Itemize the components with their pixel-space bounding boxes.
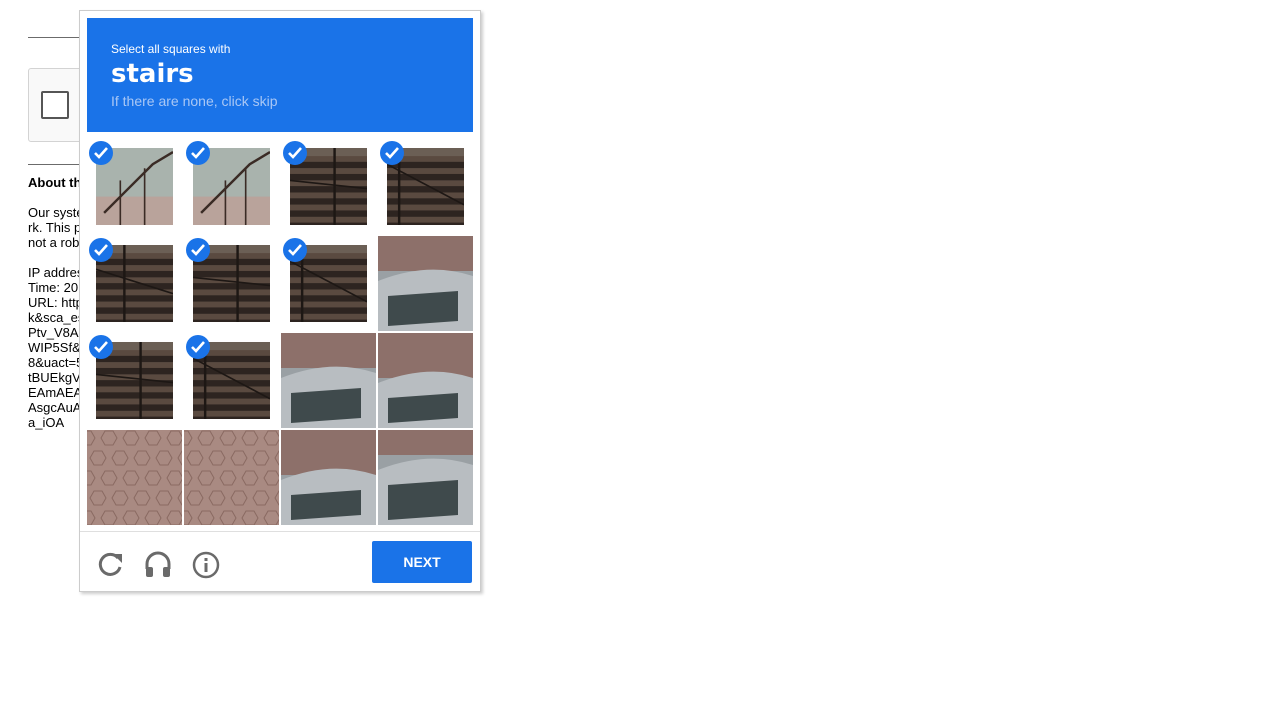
request-info-line: 8&uact=5 — [28, 355, 84, 370]
captcha-challenge: Select all squares with stairs If there … — [79, 10, 481, 592]
checkmark-icon — [89, 141, 113, 165]
skip-hint: If there are none, click skip — [111, 93, 278, 109]
request-info-line: EAmAEA — [28, 385, 83, 400]
image-tile[interactable] — [184, 333, 279, 428]
checkmark-icon — [89, 335, 113, 359]
about-paragraph-line: not a rob — [28, 235, 80, 250]
info-icon — [192, 551, 220, 579]
request-info-line: AsgcAuA — [28, 400, 82, 415]
tile-image — [378, 430, 473, 525]
checkmark-icon — [380, 141, 404, 165]
image-tile[interactable] — [87, 236, 182, 331]
tile-image — [281, 333, 376, 428]
headphones-icon — [145, 551, 171, 577]
checkmark-icon — [186, 335, 210, 359]
checkmark-icon — [186, 141, 210, 165]
tile-image — [378, 236, 473, 331]
about-paragraph-line: Our syste — [28, 205, 84, 220]
checkmark-icon — [283, 238, 307, 262]
image-tile[interactable] — [378, 430, 473, 525]
audio-challenge-button[interactable] — [142, 549, 174, 581]
checkmark-icon — [89, 238, 113, 262]
image-tile[interactable] — [184, 139, 279, 234]
image-tile[interactable] — [378, 139, 473, 234]
request-info-line: k&sca_es — [28, 310, 85, 325]
image-tile[interactable] — [281, 333, 376, 428]
tile-image — [184, 430, 279, 525]
request-info-line: IP addres — [28, 265, 84, 280]
tile-image — [87, 430, 182, 525]
request-info-line: tBUEkgV — [28, 370, 81, 385]
about-heading: About th — [28, 175, 82, 190]
image-tile[interactable] — [378, 236, 473, 331]
request-info-line: URL: http — [28, 295, 83, 310]
tile-image — [378, 333, 473, 428]
image-tile[interactable] — [184, 236, 279, 331]
checkmark-icon — [186, 238, 210, 262]
footer-divider — [80, 531, 480, 532]
image-tile[interactable] — [281, 236, 376, 331]
image-tile[interactable] — [281, 139, 376, 234]
divider — [28, 37, 80, 38]
info-button[interactable] — [190, 549, 222, 581]
tile-image — [281, 430, 376, 525]
image-tile[interactable] — [378, 333, 473, 428]
request-info-line: WIP5Sf& — [28, 340, 81, 355]
recaptcha-checkbox[interactable] — [41, 91, 69, 119]
image-tile[interactable] — [87, 430, 182, 525]
about-paragraph-line: rk. This p — [28, 220, 82, 235]
reload-button[interactable] — [94, 549, 126, 581]
image-tile[interactable] — [87, 333, 182, 428]
image-tile[interactable] — [281, 430, 376, 525]
target-keyword: stairs — [111, 59, 194, 89]
reload-icon — [98, 552, 122, 576]
next-button[interactable]: Next — [372, 541, 472, 583]
request-info-line: Time: 20 — [28, 280, 79, 295]
challenge-header: Select all squares with stairs If there … — [87, 18, 473, 132]
request-info-line: Ptv_V8A — [28, 325, 79, 340]
instruction-text: Select all squares with — [111, 42, 231, 56]
image-tile[interactable] — [184, 430, 279, 525]
request-info-line: a_iOA — [28, 415, 65, 430]
divider — [28, 164, 80, 165]
image-tile[interactable] — [87, 139, 182, 234]
image-grid — [87, 139, 473, 525]
checkmark-icon — [283, 141, 307, 165]
